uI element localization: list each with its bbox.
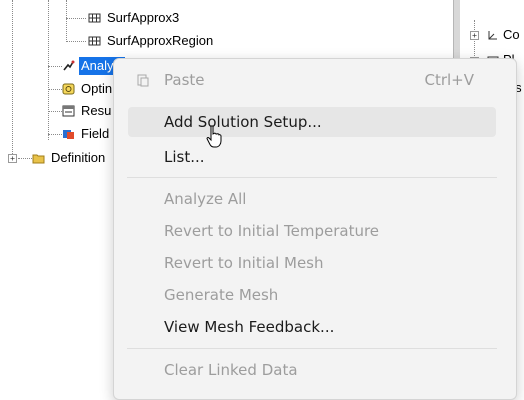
expand-toggle-coordinate-systems[interactable]: + <box>470 31 479 40</box>
expand-toggle-definitions[interactable]: + <box>8 154 17 163</box>
menu-item-label: Revert to Initial Mesh <box>164 254 324 272</box>
tree-item-optimetrics[interactable]: Optin <box>62 79 114 99</box>
tree-item-surfapproxregion[interactable]: SurfApproxRegion <box>88 31 215 51</box>
tree-item-label: Optin <box>81 81 113 96</box>
menu-item-label: Paste <box>164 71 205 89</box>
menu-item-label: List... <box>164 148 205 166</box>
tree-connector <box>66 18 86 19</box>
folder-icon <box>32 152 45 164</box>
tree-item-definitions[interactable]: Definition <box>32 148 107 168</box>
menu-item-label: Add Solution Setup... <box>164 113 322 131</box>
tree-item-label: SurfApproxRegion <box>107 33 214 48</box>
menu-item-list[interactable]: List... <box>128 142 496 172</box>
menu-item-revert-initial-mesh[interactable]: Revert to Initial Mesh <box>128 248 496 278</box>
menu-item-shortcut: Ctrl+V <box>424 71 474 89</box>
tree-item-surfapprox3[interactable]: SurfApprox3 <box>88 8 181 28</box>
tree-item-label: Field <box>81 126 110 141</box>
tree-connector <box>66 41 86 42</box>
tree-connector <box>12 0 13 160</box>
menu-item-generate-mesh[interactable]: Generate Mesh <box>128 280 496 310</box>
tree-connector <box>48 0 49 140</box>
menu-item-label: View Mesh Feedback... <box>164 318 335 336</box>
tree-item-label: Definition <box>51 150 106 165</box>
analysis-icon <box>62 60 75 72</box>
menu-item-paste[interactable]: Paste Ctrl+V <box>128 65 496 95</box>
tree-connector <box>18 158 32 159</box>
menu-item-revert-initial-temperature[interactable]: Revert to Initial Temperature <box>128 216 496 246</box>
menu-item-label: Analyze All <box>164 190 247 208</box>
context-menu: Paste Ctrl+V Add Solution Setup... List.… <box>113 58 517 400</box>
field-overlays-icon <box>62 128 75 140</box>
optimetrics-icon <box>62 83 75 95</box>
surface-approximation-icon <box>88 12 101 24</box>
right-tree-item-coordinate-systems[interactable]: Co <box>487 27 520 42</box>
menu-item-label: Clear Linked Data <box>164 361 298 379</box>
tree-item-label: Resu <box>81 103 112 118</box>
menu-separator <box>127 177 497 178</box>
surface-approximation-icon <box>88 35 101 47</box>
tree-connector <box>48 66 62 67</box>
tree-item-field-overlays[interactable]: Field <box>62 124 111 144</box>
tree-item-label: SurfApprox3 <box>107 10 180 25</box>
paste-icon <box>136 73 150 91</box>
menu-separator <box>127 348 497 349</box>
tree-connector <box>48 111 62 112</box>
hand-pointer-icon <box>206 125 222 149</box>
tree-connector <box>48 134 62 135</box>
results-icon <box>62 105 75 117</box>
menu-item-view-mesh-feedback[interactable]: View Mesh Feedback... <box>128 312 496 342</box>
tree-item-results[interactable]: Resu <box>62 101 113 121</box>
menu-item-analyze-all[interactable]: Analyze All <box>128 184 496 214</box>
tree-connector <box>48 89 62 90</box>
menu-item-label: Revert to Initial Temperature <box>164 222 380 240</box>
right-tree-item-label: Co <box>503 27 520 42</box>
tree-connector <box>66 0 67 42</box>
menu-item-label: Generate Mesh <box>164 286 279 304</box>
menu-item-add-solution-setup[interactable]: Add Solution Setup... <box>128 107 496 137</box>
coordinate-system-icon <box>487 29 499 41</box>
